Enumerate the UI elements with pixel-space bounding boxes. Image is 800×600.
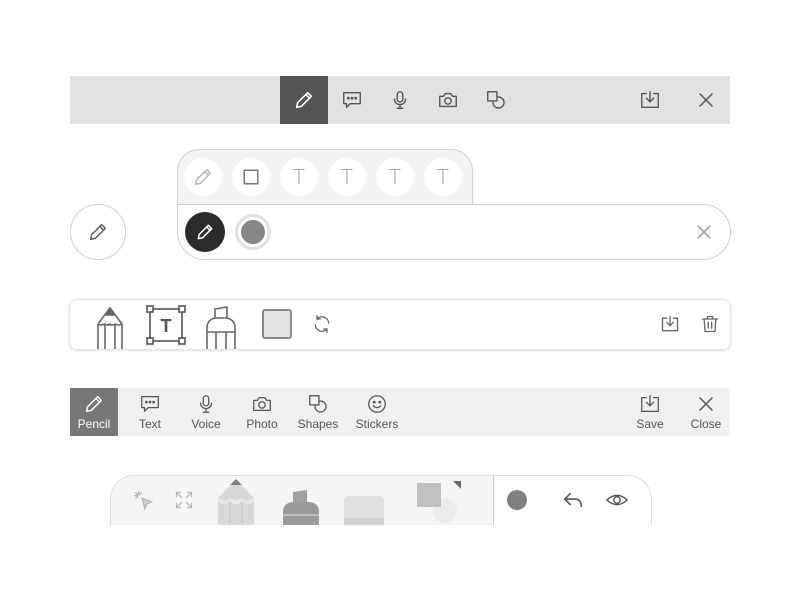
expand-tool-button[interactable] <box>174 490 194 510</box>
photo-tool-button[interactable] <box>424 76 472 124</box>
save-button[interactable]: Save <box>626 388 674 436</box>
save-button[interactable] <box>660 314 680 334</box>
voice-tool-button[interactable]: Voice <box>182 388 230 436</box>
stickers-label: Stickers <box>355 417 399 431</box>
active-pencil-button[interactable] <box>185 212 225 252</box>
svg-text:T: T <box>161 316 172 336</box>
pencil-icon <box>197 224 213 240</box>
smiley-icon <box>368 395 386 413</box>
text-tool-button[interactable]: T <box>146 305 186 345</box>
close-button[interactable] <box>682 76 730 124</box>
text-tool-button[interactable] <box>328 76 376 124</box>
shapes-icon <box>487 91 505 109</box>
shapes-label: Shapes <box>297 417 339 431</box>
speech-bubble-icon <box>343 91 361 109</box>
microphone-icon <box>393 91 407 109</box>
text-frame-icon: T <box>146 305 186 345</box>
square-icon <box>243 169 259 185</box>
pencil-illustration-icon <box>218 479 254 525</box>
photo-label: Photo <box>246 417 278 431</box>
shapes-illustration-icon <box>417 481 461 523</box>
save-label: Save <box>636 417 664 431</box>
photo-tool-button[interactable]: Photo <box>238 388 286 436</box>
speech-bubble-icon <box>141 396 159 412</box>
rotate-button[interactable] <box>312 314 332 334</box>
marker-illustration-icon <box>206 306 236 349</box>
download-icon <box>641 91 659 109</box>
shapes-icon <box>309 395 327 413</box>
toolbar-drawing-tray <box>110 475 652 525</box>
download-icon <box>661 315 679 332</box>
pencil-tool-button[interactable] <box>217 478 255 525</box>
preview-button[interactable] <box>605 489 629 511</box>
color-picker-button[interactable] <box>235 214 271 250</box>
save-button[interactable] <box>626 76 674 124</box>
camera-icon <box>253 396 271 412</box>
close-icon <box>697 225 711 239</box>
rectangle-option-button[interactable] <box>232 158 270 196</box>
pencil-tool-button[interactable] <box>280 76 328 124</box>
refresh-icon <box>314 315 330 333</box>
close-button[interactable]: Close <box>682 388 730 436</box>
text-label: Text <box>138 417 161 431</box>
cursor-select-icon <box>134 491 154 511</box>
divider <box>493 476 494 525</box>
pencil-option-button[interactable] <box>184 158 222 196</box>
toolbar-top <box>70 76 730 124</box>
text-tool-button[interactable]: Text <box>126 388 174 436</box>
close-options-button[interactable] <box>694 222 714 242</box>
close-icon <box>699 397 713 411</box>
color-swatch <box>241 220 265 244</box>
eraser-illustration-icon <box>344 496 384 525</box>
text-t-icon: T <box>292 165 306 189</box>
eye-icon <box>605 494 629 506</box>
text-option-button[interactable]: T <box>280 158 318 196</box>
tool-tray <box>111 476 493 525</box>
stickers-tool-button[interactable]: Stickers <box>350 388 404 436</box>
undo-button[interactable] <box>561 489 585 511</box>
pencil-tool-button[interactable] <box>96 306 124 349</box>
shapes-tool-button[interactable] <box>415 481 463 525</box>
close-icon <box>699 93 713 107</box>
color-swatch[interactable] <box>262 309 292 339</box>
pencil-icon <box>89 223 107 241</box>
marker-tool-button[interactable] <box>281 490 321 525</box>
marker-tool-button[interactable] <box>204 306 238 349</box>
pencil-illustration-icon <box>97 307 123 349</box>
tool-options-row: T T T T <box>177 149 473 206</box>
pencil-label: Pencil <box>77 417 111 431</box>
eraser-tool-button[interactable] <box>344 496 384 525</box>
toolbar-labeled: Pencil Text Voice Photo Shapes Stickers … <box>70 388 730 436</box>
pencil-icon <box>194 168 212 186</box>
microphone-icon <box>199 395 213 413</box>
pencil-icon <box>295 91 313 109</box>
close-label: Close <box>690 417 722 431</box>
voice-label: Voice <box>191 417 221 431</box>
color-dot-button[interactable] <box>507 490 527 510</box>
delete-button[interactable] <box>700 314 720 334</box>
text-t-icon: T <box>436 165 450 189</box>
select-tool-button[interactable] <box>133 490 155 512</box>
text-option-button[interactable]: T <box>376 158 414 196</box>
expand-icon <box>175 491 193 509</box>
marker-illustration-icon <box>283 490 319 525</box>
shapes-tool-button[interactable] <box>472 76 520 124</box>
text-option-button[interactable]: T <box>328 158 366 196</box>
undo-icon <box>563 492 583 508</box>
trash-icon <box>701 315 719 333</box>
text-t-icon: T <box>340 165 354 189</box>
text-t-icon: T <box>388 165 402 189</box>
camera-icon <box>439 92 457 108</box>
download-icon <box>641 395 659 412</box>
shapes-tool-button[interactable]: Shapes <box>294 388 342 436</box>
pencil-icon <box>85 395 103 413</box>
text-option-button[interactable]: T <box>424 158 462 196</box>
floating-pencil-button[interactable] <box>70 204 126 260</box>
drawing-options-bar <box>177 204 731 260</box>
toolbar-illustrated: T <box>69 299 731 350</box>
pencil-tool-button[interactable]: Pencil <box>70 388 118 436</box>
voice-tool-button[interactable] <box>376 76 424 124</box>
